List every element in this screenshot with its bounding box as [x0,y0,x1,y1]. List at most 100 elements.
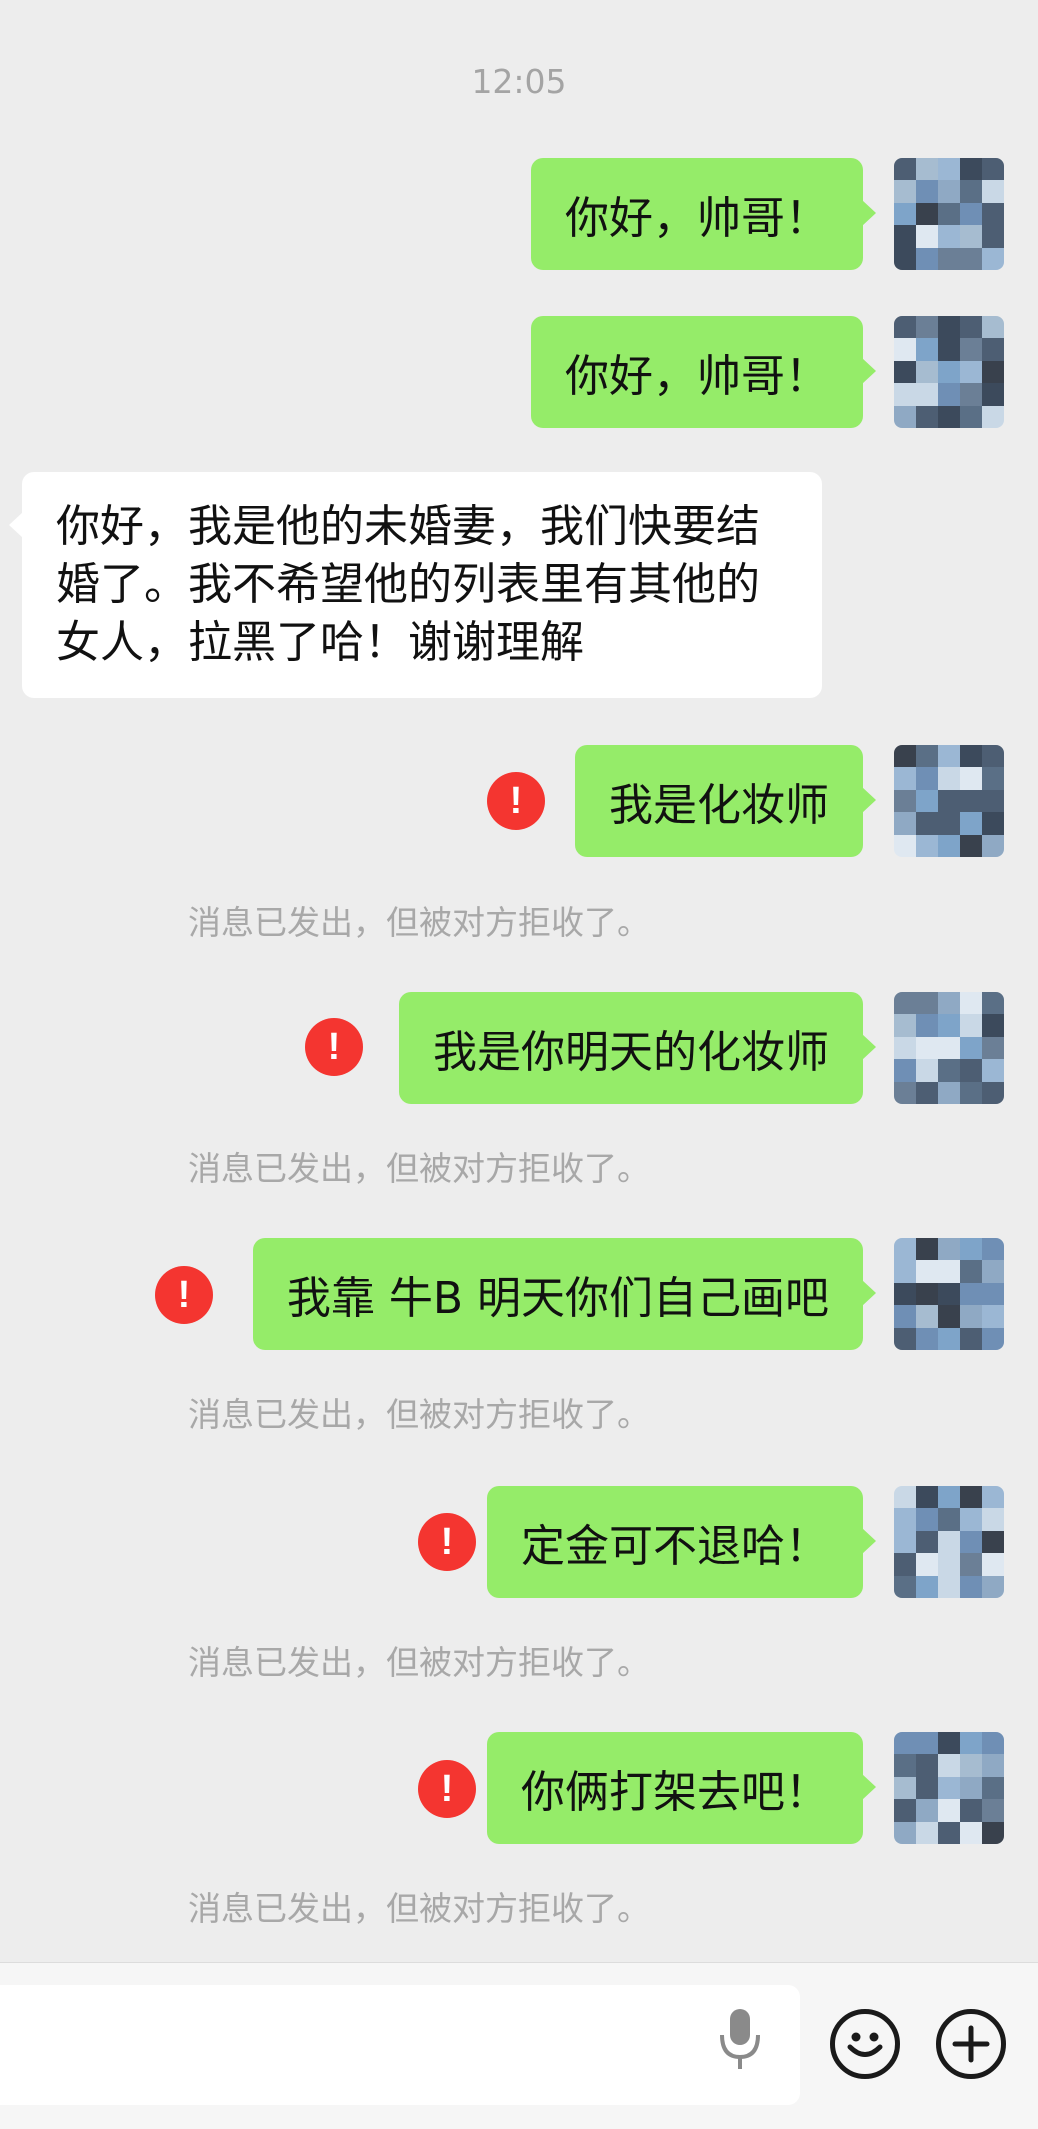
avatar-pixel [960,745,982,768]
avatar-pixel [960,158,982,181]
avatar-pixel [960,225,982,248]
outgoing-message-bubble[interactable]: 我是你明天的化妆师 [399,992,876,1104]
send-failed-icon[interactable]: ! [305,1018,363,1076]
avatar-pixel [960,1486,982,1509]
avatar-pixel [960,812,982,835]
smiley-face-icon [847,2032,883,2057]
send-failed-icon[interactable]: ! [418,1513,476,1571]
microphone-icon[interactable] [718,2005,762,2075]
avatar-pixel [938,1575,960,1598]
avatar-pixel [894,1508,916,1531]
avatar-pixel [938,789,960,813]
avatar-pixel [960,767,982,790]
avatar-pixel [916,338,938,361]
avatar-pixel [916,1238,938,1261]
avatar-pixel [938,1282,960,1306]
incoming-message-bubble[interactable]: 你好，我是他的未婚妻，我们快要结 婚了。我不希望他的列表里有其他的 女人，拉黑了… [9,472,822,698]
avatar-pixel [982,1508,1004,1531]
message-input-field[interactable] [0,1985,800,2105]
sender-avatar[interactable] [894,1732,1004,1844]
avatar-pixel [894,1821,916,1844]
avatar-pixel [960,1508,982,1531]
avatar-pixel [960,1059,982,1082]
avatar-pixel [960,834,982,857]
message-text: 你好，帅哥！ [565,193,829,244]
avatar-pixel [916,158,938,181]
sender-avatar[interactable] [894,158,1004,270]
outgoing-message-bubble[interactable]: 定金可不退哈！ [487,1486,876,1598]
avatar-pixel [894,1530,916,1554]
avatar-pixel [982,225,1004,248]
avatar-pixel [894,405,916,428]
outgoing-message-bubble[interactable]: 你好，帅哥！ [531,158,876,270]
avatar-pixel [894,1305,916,1328]
message-text: 你好，我是他的未婚妻，我们快要结 婚了。我不希望他的列表里有其他的 女人，拉黑了… [56,501,760,668]
avatar-pixel [938,247,960,270]
avatar-pixel [938,1260,960,1283]
sender-avatar[interactable] [894,992,1004,1104]
outgoing-message-bubble[interactable]: 我靠 牛B 明天你们自己画吧 [252,1238,877,1350]
more-functions-button[interactable] [936,2009,1006,2079]
outgoing-message-bubble[interactable]: 你好，帅哥！ [531,316,876,428]
avatar-pixel [916,180,938,203]
avatar-pixel [894,247,916,270]
rejected-status-text: 消息已发出，但被对方拒收了。 [188,903,650,942]
sender-avatar[interactable] [894,1238,1004,1350]
avatar-pixel [982,1014,1004,1037]
avatar-pixel [938,1776,960,1800]
avatar-pixel [938,338,960,361]
send-failed-icon[interactable]: ! [487,772,545,830]
avatar-pixel [894,1732,916,1755]
avatar-pixel [894,1059,916,1082]
sender-avatar[interactable] [894,316,1004,428]
avatar-pixel [982,745,1004,768]
avatar-pixel [960,1575,982,1598]
avatar-pixel [938,745,960,768]
avatar-pixel [982,383,1004,406]
avatar-pixel [916,360,938,384]
send-failed-icon[interactable]: ! [418,1760,476,1818]
avatar-pixel [916,1575,938,1598]
avatar-pixel [916,202,938,226]
outgoing-message-bubble[interactable]: 你俩打架去吧！ [487,1732,876,1844]
avatar-pixel [916,834,938,857]
avatar-pixel [916,1530,938,1554]
avatar-pixel [982,834,1004,857]
avatar-pixel [938,1327,960,1350]
avatar-pixel [916,1327,938,1350]
emoji-button[interactable] [830,2009,900,2079]
avatar-pixel [916,1486,938,1509]
avatar-pixel [938,1081,960,1104]
avatar-pixel [960,1732,982,1755]
avatar-pixel [960,1776,982,1800]
avatar-pixel [938,1238,960,1261]
avatar-pixel [938,1530,960,1554]
message-text: 你好，帅哥！ [565,351,829,402]
send-failed-icon[interactable]: ! [155,1266,213,1324]
avatar-pixel [982,812,1004,835]
avatar-pixel [982,180,1004,203]
avatar-pixel [960,360,982,384]
avatar-pixel [982,1327,1004,1350]
rejected-status-text: 消息已发出，但被对方拒收了。 [188,1643,650,1682]
sender-avatar[interactable] [894,745,1004,857]
avatar-pixel [960,1553,982,1576]
avatar-pixel [982,992,1004,1015]
avatar-pixel [894,1260,916,1283]
avatar-pixel [894,383,916,406]
avatar-pixel [960,1014,982,1037]
avatar-pixel [894,1553,916,1576]
avatar-pixel [894,338,916,361]
avatar-pixel [916,1059,938,1082]
rejected-status-text: 消息已发出，但被对方拒收了。 [188,1149,650,1188]
avatar-pixel [938,812,960,835]
avatar-pixel [938,1486,960,1509]
avatar-pixel [916,405,938,428]
avatar-pixel [894,1327,916,1350]
avatar-pixel [894,1282,916,1306]
avatar-pixel [894,158,916,181]
avatar-pixel [938,1821,960,1844]
sender-avatar[interactable] [894,1486,1004,1598]
outgoing-message-bubble[interactable]: 我是化妆师 [575,745,876,857]
avatar-pixel [916,992,938,1015]
